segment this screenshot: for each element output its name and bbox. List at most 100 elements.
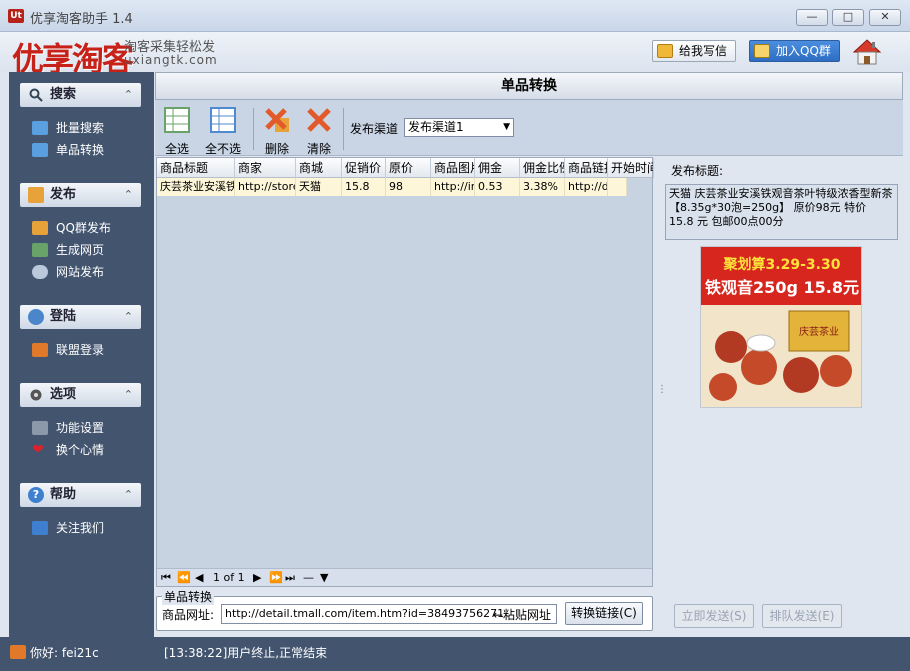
clear-label: 清除 bbox=[306, 142, 331, 156]
clear-button[interactable]: 清除 bbox=[303, 106, 335, 157]
banner-line-2: 铁观音250g 15.8元 bbox=[705, 278, 859, 297]
write-to-me-button[interactable]: 给我写信 bbox=[652, 40, 737, 62]
deselect-all-icon bbox=[210, 107, 236, 133]
last-page-icon[interactable]: ⏭ bbox=[285, 569, 295, 586]
chevron-up-icon[interactable]: ⌃ bbox=[124, 305, 133, 329]
sidebar-section-label: 帮助 bbox=[50, 487, 77, 502]
paste-hint: ←粘贴网址 bbox=[493, 608, 552, 622]
column-header[interactable]: 开始时间 bbox=[608, 158, 654, 178]
column-header[interactable]: 促销价 bbox=[342, 158, 386, 178]
sidebar-section-help[interactable]: ? 帮助 ⌃ bbox=[20, 483, 141, 507]
list-icon bbox=[32, 121, 48, 135]
queue-send-button[interactable]: 排队发送(E) bbox=[762, 604, 842, 628]
sidebar-item-settings[interactable]: 功能设置 bbox=[32, 419, 104, 437]
next-fast-icon[interactable]: ⏩ bbox=[269, 569, 283, 586]
sidebar-item-qq-publish[interactable]: QQ群发布 bbox=[32, 219, 111, 237]
sidebar-item-union-login[interactable]: 联盟登录 bbox=[32, 341, 104, 359]
column-header[interactable]: 商品链接 bbox=[565, 158, 608, 178]
prev-fast-icon[interactable]: ⏪ bbox=[177, 569, 191, 586]
table-cell: 庆芸茶业安溪铁观音 bbox=[157, 178, 235, 196]
sidebar-section-label: 登陆 bbox=[50, 309, 77, 324]
convert-icon bbox=[32, 143, 48, 157]
table-cell: http://de bbox=[565, 178, 608, 196]
sidebar-item-site-publish[interactable]: 网站发布 bbox=[32, 263, 104, 281]
close-button[interactable]: ✕ bbox=[869, 9, 901, 26]
sidebar-section-publish[interactable]: 发布 ⌃ bbox=[20, 183, 141, 207]
remove-row-icon[interactable]: — bbox=[303, 569, 314, 586]
webpage-icon bbox=[32, 243, 48, 257]
sidebar-item-label: 批量搜索 bbox=[56, 121, 105, 135]
panel-title: 单品转换 bbox=[155, 72, 903, 100]
splitter-handle[interactable]: ⋮ bbox=[657, 385, 667, 395]
sidebar-item-label: QQ群发布 bbox=[56, 221, 111, 235]
sidebar-item-batch-search[interactable]: 批量搜索 bbox=[32, 119, 104, 137]
deselect-all-button[interactable]: 全不选 bbox=[203, 106, 243, 157]
clear-icon bbox=[307, 108, 331, 132]
table-cell bbox=[608, 178, 627, 196]
sidebar-section-options[interactable]: 选项 ⌃ bbox=[20, 383, 141, 407]
toolbar: 全选 全不选 删除 清除 发布渠道 发布渠道1 ▼ bbox=[155, 100, 903, 156]
pack-label: 庆芸茶业 bbox=[799, 325, 839, 338]
chevron-up-icon[interactable]: ⌃ bbox=[124, 83, 133, 107]
status-message: [13:38:22]用户终止,正常结束 bbox=[164, 646, 328, 660]
sidebar-item-single-convert[interactable]: 单品转换 bbox=[32, 141, 104, 159]
table-row[interactable]: 庆芸茶业安溪铁观音 http://store 天猫 15.8 98 http:/… bbox=[157, 178, 627, 196]
next-page-icon[interactable]: ▶ bbox=[253, 569, 261, 586]
minimize-button[interactable]: — bbox=[796, 9, 828, 26]
convert-legend: 单品转换 bbox=[162, 588, 215, 605]
prev-page-icon[interactable]: ◀ bbox=[195, 569, 203, 586]
sidebar-section-login[interactable]: 登陆 ⌃ bbox=[20, 305, 141, 329]
status-bar: 你好: fei21c [13:38:22]用户终止,正常结束 bbox=[0, 637, 910, 671]
column-header[interactable]: 商品标题 bbox=[157, 158, 235, 178]
me-icon bbox=[32, 521, 48, 535]
page-info: 1 of 1 bbox=[213, 571, 245, 584]
sidebar-item-follow-us[interactable]: 关注我们 bbox=[32, 519, 104, 537]
sidebar-item-label: 换个心情 bbox=[56, 443, 105, 457]
title-bar: Ut 优享淘客助手 1.4 — □ ✕ bbox=[0, 0, 910, 32]
convert-link-button[interactable]: 转换链接(C) bbox=[565, 602, 643, 625]
first-page-icon[interactable]: ⏮ bbox=[161, 569, 171, 586]
butterfly-icon bbox=[10, 645, 26, 659]
chevron-up-icon[interactable]: ⌃ bbox=[124, 483, 133, 507]
channel-select[interactable]: 发布渠道1 ▼ bbox=[404, 118, 514, 137]
column-header[interactable]: 佣金比例 bbox=[520, 158, 565, 178]
home-icon[interactable] bbox=[852, 38, 882, 66]
sidebar-item-label: 生成网页 bbox=[56, 243, 105, 257]
sidebar-item-label: 联盟登录 bbox=[56, 343, 105, 357]
qq-users-icon bbox=[754, 44, 770, 58]
sidebar-item-generate-page[interactable]: 生成网页 bbox=[32, 241, 104, 259]
table-pager: ⏮ ⏪ ◀ 1 of 1 ▶ ⏩ ⏭ — ▼ bbox=[157, 568, 652, 586]
column-header[interactable]: 佣金 bbox=[475, 158, 520, 178]
join-qq-group-button[interactable]: 加入QQ群 bbox=[749, 40, 840, 62]
channel-label: 发布渠道 bbox=[350, 122, 399, 136]
column-header[interactable]: 商家 bbox=[235, 158, 296, 178]
convert-groupbox: 商品网址: http://detail.tmall.com/item.htm?i… bbox=[156, 596, 653, 631]
close-icon: ✕ bbox=[880, 10, 890, 23]
publish-title-text[interactable]: 天猫 庆芸茶业安溪铁观音茶叶特级浓香型新茶【8.35g*30泡=250g】 原价… bbox=[665, 184, 898, 240]
product-image: 聚划算3.29-3.30 铁观音250g 15.8元 庆芸茶业 bbox=[700, 246, 862, 408]
window-title: 优享淘客助手 1.4 bbox=[30, 12, 133, 27]
chevron-up-icon[interactable]: ⌃ bbox=[124, 183, 133, 207]
filter-icon[interactable]: ▼ bbox=[320, 569, 328, 586]
sidebar-item-change-mood[interactable]: ❤ 换个心情 bbox=[32, 441, 104, 459]
user-icon bbox=[28, 309, 44, 325]
maximize-button[interactable]: □ bbox=[832, 9, 864, 26]
gear-icon bbox=[30, 389, 42, 401]
table-cell: http://store bbox=[235, 178, 296, 196]
select-all-button[interactable]: 全选 bbox=[161, 106, 193, 157]
chevron-up-icon[interactable]: ⌃ bbox=[124, 383, 133, 407]
toolbar-divider bbox=[253, 108, 254, 150]
column-header[interactable]: 商品图片 bbox=[431, 158, 475, 178]
table-cell: 0.53 bbox=[475, 178, 520, 196]
sidebar-section-search[interactable]: 搜索 ⌃ bbox=[20, 83, 141, 107]
table-cell: http://im bbox=[431, 178, 475, 196]
column-header[interactable]: 原价 bbox=[386, 158, 431, 178]
banner-line-1: 聚划算3.29-3.30 bbox=[723, 256, 841, 273]
delete-button[interactable]: 删除 bbox=[261, 106, 293, 157]
select-all-label: 全选 bbox=[164, 142, 189, 156]
sidebar-section-label: 搜索 bbox=[50, 87, 77, 102]
delete-label: 删除 bbox=[264, 142, 289, 156]
send-now-button[interactable]: 立即发送(S) bbox=[674, 604, 754, 628]
column-header[interactable]: 商城 bbox=[296, 158, 342, 178]
select-all-icon bbox=[164, 107, 190, 133]
